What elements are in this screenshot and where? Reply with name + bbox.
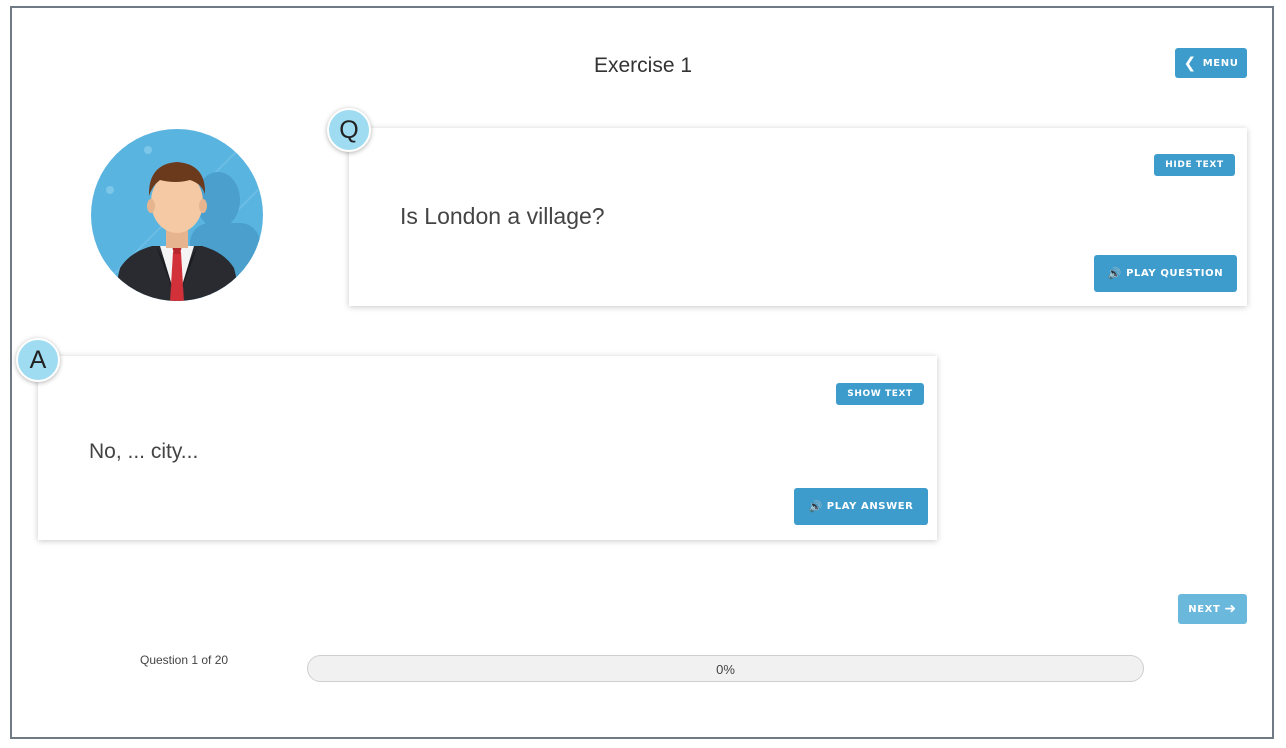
show-text-button[interactable]: SHOW TEXT <box>836 383 924 405</box>
menu-button-label: MENU <box>1202 57 1239 69</box>
menu-button[interactable]: ❮ MENU <box>1175 48 1247 78</box>
question-counter: Question 1 of 20 <box>140 653 229 667</box>
speaker-icon: 🔊 <box>1107 267 1123 280</box>
speaker-icon: 🔊 <box>808 500 823 513</box>
play-answer-label: PLAY ANSWER <box>826 501 914 512</box>
next-button[interactable]: NEXT ➜ <box>1178 594 1247 624</box>
play-question-label: PLAY QUESTION <box>1126 268 1224 279</box>
answer-text: No, ... city... <box>89 440 199 463</box>
question-text: Is London a village? <box>400 203 605 229</box>
play-question-button[interactable]: 🔊 PLAY QUESTION <box>1094 255 1237 292</box>
question-badge: Q <box>327 108 371 152</box>
progress-percent-label: 0% <box>716 662 735 677</box>
answer-badge: A <box>16 338 60 382</box>
chevron-left-icon: ❮ <box>1183 54 1197 72</box>
play-answer-button[interactable]: 🔊 PLAY ANSWER <box>794 488 928 525</box>
next-button-label: NEXT <box>1188 603 1221 615</box>
page-title: Exercise 1 <box>593 54 693 77</box>
progress-bar: 0% <box>307 655 1144 682</box>
speaker-avatar <box>91 129 263 301</box>
arrow-right-icon: ➜ <box>1224 601 1237 617</box>
hide-text-button[interactable]: HIDE TEXT <box>1154 154 1235 176</box>
